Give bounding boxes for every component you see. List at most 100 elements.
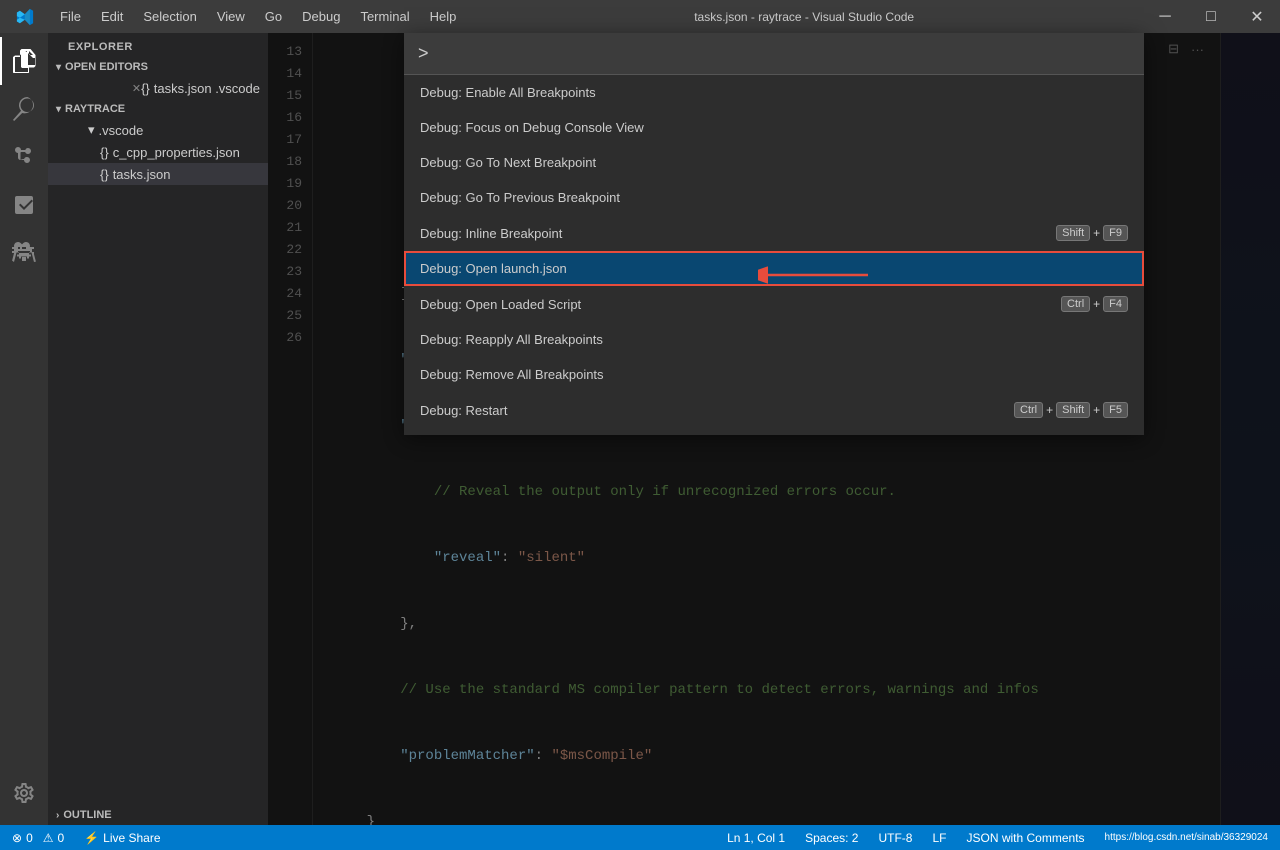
command-palette-list: Debug: Enable All Breakpoints Debug: Foc… bbox=[404, 75, 1144, 435]
maximize-button[interactable]: □ bbox=[1188, 0, 1234, 33]
activity-source-control[interactable] bbox=[0, 133, 48, 181]
editor-area: Debug: Enable All Breakpoints Debug: Foc… bbox=[268, 33, 1280, 825]
menu-file[interactable]: File bbox=[50, 0, 91, 33]
cp-item-4[interactable]: Debug: Inline Breakpoint Shift + F9 bbox=[404, 215, 1144, 251]
status-encoding[interactable]: UTF-8 bbox=[874, 825, 916, 850]
activity-settings[interactable] bbox=[0, 769, 48, 817]
command-palette-overlay[interactable]: Debug: Enable All Breakpoints Debug: Foc… bbox=[268, 33, 1280, 825]
liveshare-icon: ⚡ bbox=[84, 831, 99, 845]
cp-item-label-4: Debug: Inline Breakpoint bbox=[420, 226, 1056, 241]
menu-go[interactable]: Go bbox=[255, 0, 292, 33]
menu-help[interactable]: Help bbox=[420, 0, 467, 33]
close-file-icon[interactable]: ✕ bbox=[132, 82, 141, 95]
cp-item-3[interactable]: Debug: Go To Previous Breakpoint bbox=[404, 180, 1144, 215]
cp-item-label-3: Debug: Go To Previous Breakpoint bbox=[420, 190, 1128, 205]
command-palette-input[interactable] bbox=[404, 33, 1144, 74]
tasks-json-file[interactable]: {} tasks.json bbox=[48, 163, 268, 185]
json-icon-1: {} bbox=[100, 145, 109, 160]
spaces-label: Spaces: 2 bbox=[805, 831, 858, 845]
cp-item-label-9: Debug: Restart bbox=[420, 403, 1014, 418]
menu-edit[interactable]: Edit bbox=[91, 0, 133, 33]
language-label: JSON with Comments bbox=[967, 831, 1085, 845]
cp-item-0[interactable]: Debug: Enable All Breakpoints bbox=[404, 75, 1144, 110]
key-shift-2: Shift bbox=[1056, 402, 1090, 418]
error-count: 0 bbox=[26, 831, 33, 845]
open-editors-label: OPEN EDITORS bbox=[65, 61, 148, 73]
cp-item-7[interactable]: Debug: Reapply All Breakpoints bbox=[404, 322, 1144, 357]
cp-item-label-1: Debug: Focus on Debug Console View bbox=[420, 120, 1128, 135]
close-button[interactable]: ✕ bbox=[1234, 0, 1280, 33]
c-cpp-label: c_cpp_properties.json bbox=[113, 145, 240, 160]
outline-chevron: › bbox=[56, 810, 59, 821]
raytrace-header[interactable]: ▾ RAYTRACE bbox=[48, 99, 268, 119]
command-palette-input-wrapper bbox=[404, 33, 1144, 75]
status-spaces[interactable]: Spaces: 2 bbox=[801, 825, 862, 850]
status-bar: ⊗ 0 ⚠ 0 ⚡ Live Share Ln 1, Col 1 Spaces:… bbox=[0, 825, 1280, 850]
status-left: ⊗ 0 ⚠ 0 ⚡ Live Share bbox=[8, 825, 165, 850]
key-plus-1: + bbox=[1093, 226, 1100, 240]
menu-terminal[interactable]: Terminal bbox=[350, 0, 419, 33]
activity-extensions[interactable] bbox=[0, 181, 48, 229]
tasks-json-label: tasks.json bbox=[113, 167, 171, 182]
menu-bar: File Edit Selection View Go Debug Termin… bbox=[50, 0, 466, 33]
raytrace-label: RAYTRACE bbox=[65, 103, 125, 115]
activity-explorer[interactable] bbox=[0, 37, 48, 85]
status-position[interactable]: Ln 1, Col 1 bbox=[723, 825, 789, 850]
cp-item-2[interactable]: Debug: Go To Next Breakpoint bbox=[404, 145, 1144, 180]
status-language[interactable]: JSON with Comments bbox=[963, 825, 1089, 850]
activity-search[interactable] bbox=[0, 85, 48, 133]
feedback-label: https://blog.csdn.net/sinab/36329024 bbox=[1105, 832, 1268, 843]
key-f5: F5 bbox=[1103, 402, 1128, 418]
c-cpp-properties-file[interactable]: {} c_cpp_properties.json bbox=[48, 141, 268, 163]
key-f4: F4 bbox=[1103, 296, 1128, 312]
status-errors[interactable]: ⊗ 0 ⚠ 0 bbox=[8, 825, 68, 850]
position-label: Ln 1, Col 1 bbox=[727, 831, 785, 845]
cp-item-label-0: Debug: Enable All Breakpoints bbox=[420, 85, 1128, 100]
eol-label: LF bbox=[932, 831, 946, 845]
cp-item-label-8: Debug: Remove All Breakpoints bbox=[420, 367, 1128, 382]
key-plus-2: + bbox=[1093, 297, 1100, 311]
menu-view[interactable]: View bbox=[207, 0, 255, 33]
open-file-tasks-json[interactable]: ✕ {} tasks.json .vscode bbox=[48, 77, 268, 99]
cp-item-label-7: Debug: Reapply All Breakpoints bbox=[420, 332, 1128, 347]
main-layout: Explorer ▾ OPEN EDITORS ✕ {} tasks.json … bbox=[0, 33, 1280, 825]
cp-item-label-2: Debug: Go To Next Breakpoint bbox=[420, 155, 1128, 170]
cp-shortcut-6: Ctrl + F4 bbox=[1061, 296, 1128, 312]
outline-header[interactable]: › OUTLINE bbox=[48, 805, 268, 825]
warning-icon: ⚠ bbox=[43, 831, 54, 845]
titlebar: File Edit Selection View Go Debug Termin… bbox=[0, 0, 1280, 33]
status-feedback[interactable]: https://blog.csdn.net/sinab/36329024 bbox=[1101, 825, 1272, 850]
open-editors-chevron: ▾ bbox=[56, 62, 61, 73]
key-ctrl-1: Ctrl bbox=[1061, 296, 1090, 312]
window-controls: ─ □ ✕ bbox=[1142, 0, 1280, 33]
sidebar: Explorer ▾ OPEN EDITORS ✕ {} tasks.json … bbox=[48, 33, 268, 825]
sidebar-header: Explorer bbox=[48, 33, 268, 57]
menu-debug[interactable]: Debug bbox=[292, 0, 350, 33]
cp-shortcut-4: Shift + F9 bbox=[1056, 225, 1128, 241]
status-liveshare[interactable]: ⚡ Live Share bbox=[80, 825, 164, 850]
cp-item-10[interactable]: Debug: Run (Start Without Debugging) Ctr… bbox=[404, 428, 1144, 435]
status-eol[interactable]: LF bbox=[928, 825, 950, 850]
cp-shortcut-9: Ctrl + Shift + F5 bbox=[1014, 402, 1128, 418]
json-icon-2: {} bbox=[100, 167, 109, 182]
cp-item-5[interactable]: Debug: Open launch.json bbox=[404, 251, 1144, 286]
vscode-folder-label: .vscode bbox=[99, 123, 144, 138]
error-icon: ⊗ bbox=[12, 831, 22, 845]
cp-item-1[interactable]: Debug: Focus on Debug Console View bbox=[404, 110, 1144, 145]
minimize-button[interactable]: ─ bbox=[1142, 0, 1188, 33]
file-icon-tasks: {} bbox=[141, 81, 150, 96]
open-editors-header[interactable]: ▾ OPEN EDITORS bbox=[48, 57, 268, 77]
menu-selection[interactable]: Selection bbox=[133, 0, 206, 33]
key-shift: Shift bbox=[1056, 225, 1090, 241]
command-palette: Debug: Enable All Breakpoints Debug: Foc… bbox=[404, 33, 1144, 435]
cp-item-6[interactable]: Debug: Open Loaded Script Ctrl + F4 bbox=[404, 286, 1144, 322]
app-logo bbox=[0, 7, 50, 27]
cp-item-8[interactable]: Debug: Remove All Breakpoints bbox=[404, 357, 1144, 392]
key-plus-4: + bbox=[1093, 403, 1100, 417]
activity-debug[interactable] bbox=[0, 229, 48, 277]
outline-label: OUTLINE bbox=[63, 809, 111, 821]
cp-item-9[interactable]: Debug: Restart Ctrl + Shift + F5 bbox=[404, 392, 1144, 428]
open-file-label: tasks.json .vscode bbox=[154, 81, 260, 96]
vscode-folder[interactable]: ▾ .vscode bbox=[48, 119, 268, 141]
key-plus-3: + bbox=[1046, 403, 1053, 417]
